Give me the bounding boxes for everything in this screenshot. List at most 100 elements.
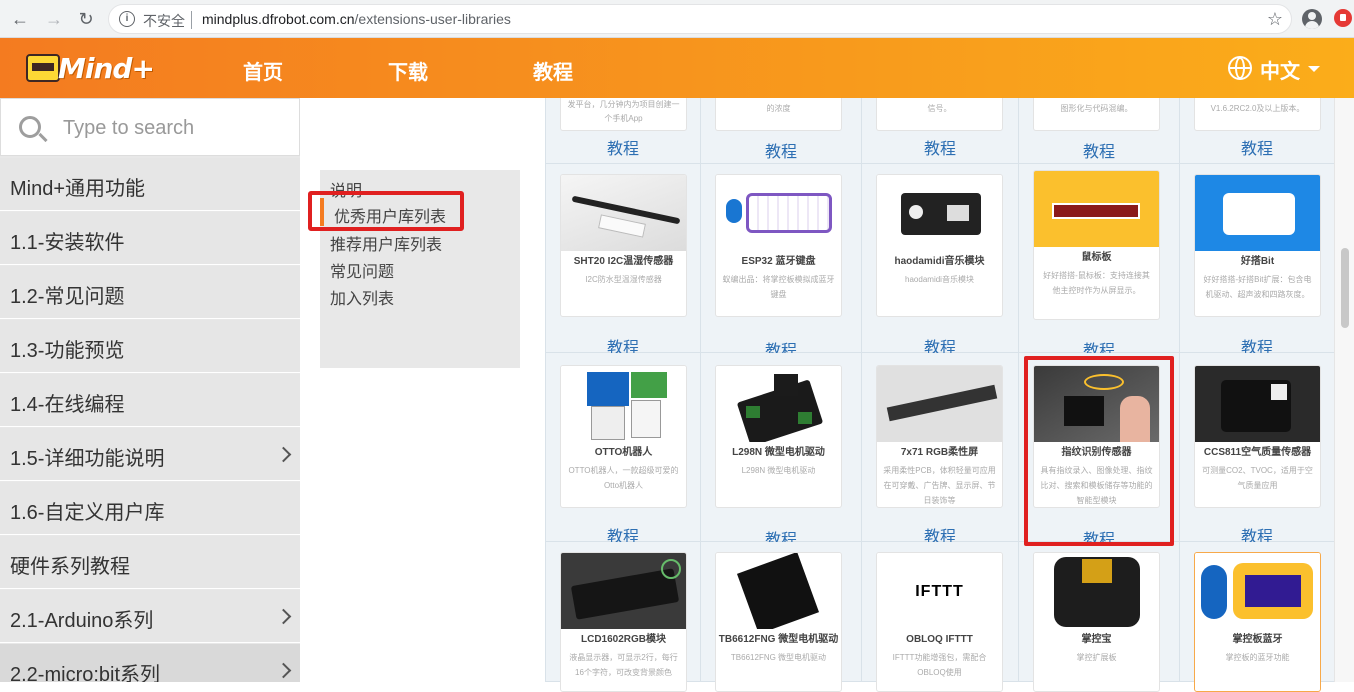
tutorial-link[interactable]: 教程 [546,135,700,159]
library-card[interactable]: SHT20 I2C温湿传感器 I2C防水型温湿传感器 [560,174,687,317]
product-image [1195,366,1320,442]
library-card[interactable]: L298N 微型电机驱动 L298N 微型电机驱动 [715,365,842,508]
library-cell: V1.6.2RC2.0及以上版本。教程 [1180,98,1335,164]
library-card[interactable]: IFTTT OBLOQ IFTTT IFTTT功能增强包，需配合 OBLOQ使用 [876,552,1003,692]
sidebar-item-faq[interactable]: 1.2-常见问题 [0,266,300,319]
search-box [0,98,300,156]
sidebar-item-online[interactable]: 1.4-在线编程 [0,374,300,427]
tutorial-link[interactable]: 教程 [862,135,1018,159]
sidebar-item-custom-lib[interactable]: 1.6-自定义用户库 [0,482,300,535]
library-cell: 掌控板蓝牙掌控板的蓝牙功能 [1180,542,1335,692]
sidebar-item-preview[interactable]: 1.3-功能预览 [0,320,300,373]
library-card[interactable]: 掌控宝 掌控扩展板 [1033,552,1160,692]
forward-icon[interactable]: → [42,7,66,31]
library-card[interactable]: CCS811空气质量传感器 可测量CO2、TVOC，适用于空 气质量应用 [1194,365,1321,508]
tutorial-link[interactable]: 教程 [701,138,861,162]
card-description: 他主控时作为从屏显示。 [1052,286,1141,295]
card-description: V1.6.2RC2.0及以上版本。 [1210,104,1305,113]
card-title: haodamidi音乐模块 [894,256,985,267]
library-grid: 发平台，几分钟内为项目创建一 个手机App 教程 的浓度 教程 信号。 教程 图形化与代码混编… [545,98,1335,692]
library-card[interactable]: ESP32 蓝牙键盘 蚁编出品：将掌控板模拟成蓝牙 键盘 [715,174,842,317]
library-card-code-mix[interactable]: 图形化与代码混编。 [1033,98,1160,131]
library-cell: LCD1602RGB模块 液晶显示器，可显示2行，每行 16个字符，可改变背景颜色 [546,542,701,692]
card-description: haodamidi音乐模块 [905,275,974,284]
card-description: 采用柔性PCB，体积轻量可应用 [883,466,996,475]
card-title: TB6612FNG 微型电机驱动 [718,634,839,645]
address-bar[interactable]: i 不安全 mindplus.dfrobot.com.cn/extensions… [108,4,1292,34]
search-input[interactable] [63,113,283,143]
library-cell: 7x71 RGB柔性屏 采用柔性PCB，体积轻量可应用 在可穿戴、广告牌、显示屏、节… [862,353,1019,546]
tutorial-link[interactable]: 教程 [1180,135,1334,159]
card-description: 在可穿戴、广告牌、显示屏、节 [883,481,996,490]
toc-item-join-list[interactable]: 加入列表 [330,285,394,309]
library-card-signal[interactable]: 信号。 [876,98,1003,131]
library-cell: ESP32 蓝牙键盘 蚁编出品：将掌控板模拟成蓝牙 键盘 教程 [701,164,862,360]
library-card-blynk[interactable]: 发平台，几分钟内为项目创建一 个手机App [560,98,687,131]
card-description: 掌控板的蓝牙功能 [1225,653,1290,662]
logo-robot-icon [26,54,60,82]
library-card-gas-sensor[interactable]: 的浓度 [715,98,842,131]
reload-icon[interactable]: ↻ [74,7,98,31]
card-title: CCS811空气质量传感器 [1203,447,1312,458]
library-card[interactable]: 好搭Bit 好好搭搭-好搭Bit扩展：包含电 机驱动、超声波和四路灰度。 [1194,174,1321,317]
library-card[interactable]: haodamidi音乐模块 haodamidi音乐模块 [876,174,1003,317]
card-description: 掌控扩展板 [1076,653,1117,662]
globe-icon [1228,56,1252,80]
product-image [1195,553,1320,629]
toc-item-recommended-libraries[interactable]: 推荐用户库列表 [330,231,442,255]
library-cell: CCS811空气质量传感器 可测量CO2、TVOC，适用于空 气质量应用 教程 [1180,353,1335,546]
url-path: /extensions-user-libraries [354,11,511,27]
nav-home[interactable]: 首页 [243,56,283,85]
card-description: 好好搭搭-好搭Bit扩展：包含电 [1203,275,1312,284]
product-image [716,175,841,251]
library-card[interactable]: 掌控板蓝牙掌控板的蓝牙功能 [1194,552,1321,692]
bookmark-star-icon[interactable]: ☆ [1267,9,1283,30]
sidebar-item-label: 2.1-Arduino系列 [10,610,154,632]
sidebar-item-arduino[interactable]: 2.1-Arduino系列 [0,590,300,643]
scrollbar-thumb[interactable] [1341,248,1349,328]
page-scrollbar[interactable] [1334,98,1354,682]
sidebar-item-install[interactable]: 1.1-安装软件 [0,212,300,265]
sidebar-item-hardware[interactable]: 硬件系列教程 [0,536,300,589]
mindplus-logo[interactable]: Mind+ [22,46,155,90]
nav-download[interactable]: 下载 [388,56,428,85]
sidebar-item-general[interactable]: Mind+通用功能 [0,158,300,211]
caret-down-icon [1308,66,1320,72]
profile-avatar-icon[interactable] [1302,9,1322,29]
toc-item-faq[interactable]: 常见问题 [330,258,394,282]
sidebar-item-detail[interactable]: 1.5-详细功能说明 [0,428,300,481]
library-card[interactable]: LCD1602RGB模块 液晶显示器，可显示2行，每行 16个字符，可改变背景颜色 [560,552,687,692]
sidebar: Mind+通用功能 1.1-安装软件 1.2-常见问题 1.3-功能预览 1.4-在线编… [0,98,300,682]
card-title: 好搭Bit [1240,256,1275,267]
sidebar-item-microbit[interactable]: 2.2-micro:bit系列 [0,644,300,682]
info-icon[interactable]: i [119,11,135,27]
product-image: IFTTT [877,553,1002,629]
card-description: 个手机App [604,114,643,123]
library-card[interactable]: 鼠标板 好好搭搭-鼠标板：支持连接其 他主控时作为从屏显示。 [1033,170,1160,320]
tutorial-link[interactable]: 教程 [1019,138,1179,162]
card-description: I2C防水型温湿传感器 [585,275,662,284]
site-header: Mind+ 首页 下载 教程 中文 [0,38,1354,98]
url-divider [191,11,192,29]
product-image [716,366,841,442]
library-cell: OTTO机器人 OTTO机器人，一款超级可爱的 Otto机器人 教程 [546,353,701,546]
library-cell: 掌控宝 掌控扩展板 [1019,542,1180,692]
chevron-right-icon[interactable] [275,662,292,679]
chevron-right-icon[interactable] [275,446,292,463]
sidebar-item-label: 硬件系列教程 [10,556,130,578]
library-card[interactable]: 7x71 RGB柔性屏 采用柔性PCB，体积轻量可应用 在可穿戴、广告牌、显示屏、节… [876,365,1003,508]
library-card-version[interactable]: V1.6.2RC2.0及以上版本。 [1194,98,1321,131]
product-image [877,175,1002,251]
card-description: 好好搭搭-鼠标板：支持连接其 [1043,271,1150,280]
library-card[interactable]: TB6612FNG 微型电机驱动 TB6612FNG 微型电机驱动 [715,552,842,692]
sidebar-item-label: 1.4-在线编程 [10,394,125,416]
chevron-right-icon[interactable] [275,608,292,625]
card-description: 图形化与代码混编。 [1060,104,1133,113]
extension-icon[interactable] [1334,9,1352,27]
library-card[interactable]: OTTO机器人 OTTO机器人，一款超级可爱的 Otto机器人 [560,365,687,508]
sidebar-item-label: 1.6-自定义用户库 [10,502,165,524]
back-icon[interactable]: ← [8,7,32,31]
nav-tutorial[interactable]: 教程 [533,56,573,85]
product-image [561,366,686,442]
card-title: 掌控板蓝牙 [1232,634,1283,645]
